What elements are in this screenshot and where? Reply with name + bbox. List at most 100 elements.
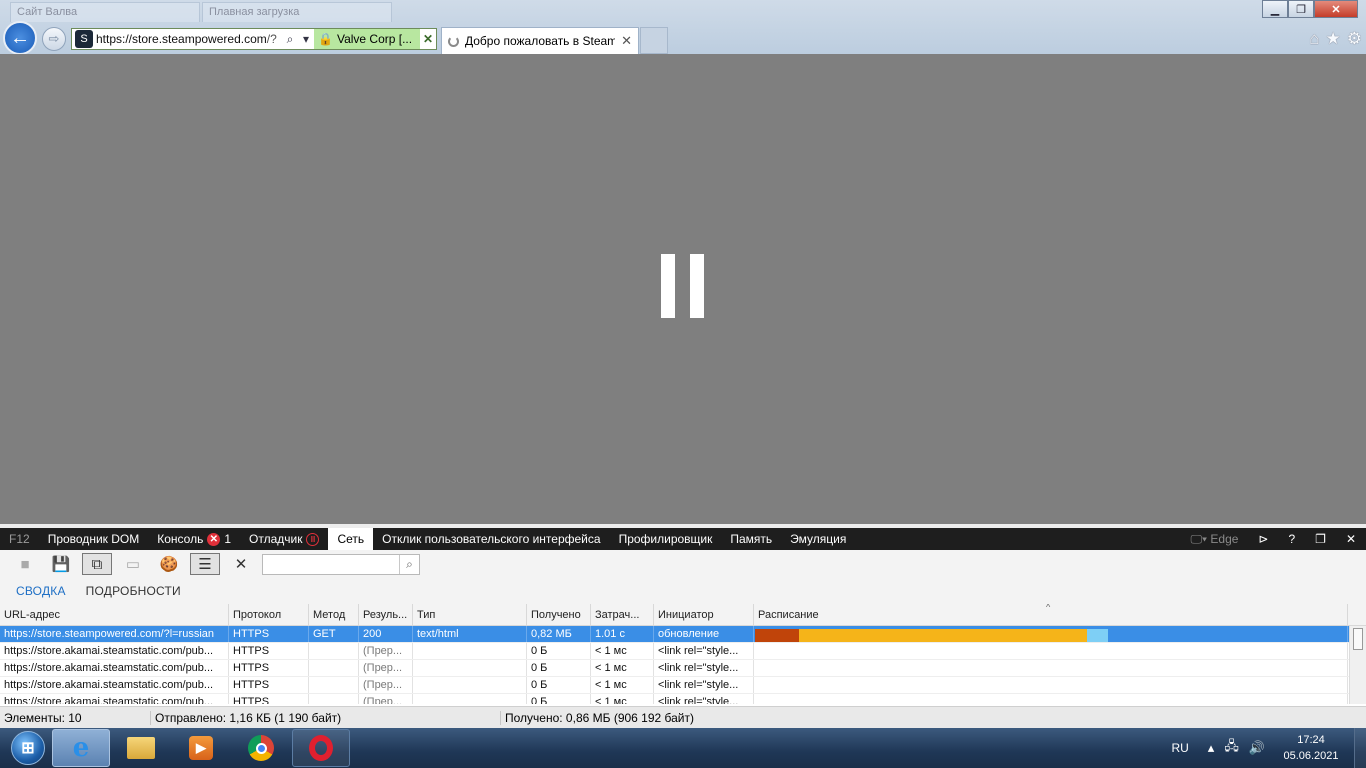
tab-ui-responsiveness[interactable]: Отклик пользовательского интерфейса xyxy=(373,528,609,550)
home-icon[interactable]: ⌂ xyxy=(1309,29,1319,49)
close-window-button[interactable]: ✕ xyxy=(1314,0,1358,18)
taskbar-app-media-player[interactable]: ▶ xyxy=(172,729,230,767)
cell-result: (Прер... xyxy=(359,694,413,704)
background-tab[interactable]: Плавная загрузка xyxy=(202,2,392,22)
column-header-type[interactable]: Тип xyxy=(413,604,527,625)
network-icon[interactable]: 🖧 xyxy=(1219,737,1244,759)
tab-steam[interactable]: Добро пожаловать в Steam ✕ xyxy=(441,27,639,54)
cell-type xyxy=(413,694,527,704)
new-tab-button[interactable] xyxy=(640,27,668,54)
export-har-button[interactable]: 💾 xyxy=(46,553,76,575)
column-header-time[interactable]: Затрач... xyxy=(591,604,654,625)
error-count: 1 xyxy=(224,532,232,546)
cell-protocol: HTTPS xyxy=(229,660,309,676)
maximize-button[interactable]: ❐ xyxy=(1288,0,1314,18)
certificate-badge[interactable]: 🔒 Valve Corp [... xyxy=(314,29,420,49)
cell-protocol: HTTPS xyxy=(229,643,309,659)
search-icon[interactable]: ⌕ xyxy=(399,554,419,574)
subtab-summary[interactable]: СВОДКА xyxy=(6,584,76,598)
star-icon[interactable]: ★ xyxy=(1326,29,1341,49)
cell-timeline xyxy=(754,677,1348,693)
column-header-result[interactable]: Резуль... xyxy=(359,604,413,625)
tab-debugger[interactable]: Отладчик II xyxy=(240,528,328,550)
status-elements: Элементы: 10 xyxy=(4,710,82,725)
clear-cache-button[interactable]: ▭ xyxy=(118,553,148,575)
address-url[interactable]: https://store.steampowered.com/? xyxy=(96,32,282,46)
search-icon[interactable]: ⌕ xyxy=(282,32,298,47)
console-prompt-icon: ⊳ xyxy=(1258,532,1269,546)
show-hidden-icons-icon[interactable]: ▴ xyxy=(1203,740,1220,756)
clear-cookies-button[interactable]: 🍪 xyxy=(154,553,184,575)
cell-url: https://store.akamai.steamstatic.com/pub… xyxy=(0,677,229,693)
address-bar[interactable]: S https://store.steampowered.com/? ⌕ ▾ 🔒… xyxy=(71,28,437,50)
column-header-method[interactable]: Метод xyxy=(309,604,359,625)
stop-icon[interactable]: ✕ xyxy=(420,32,436,46)
back-button[interactable]: ← xyxy=(3,21,37,55)
taskbar-app-opera[interactable] xyxy=(292,729,350,767)
cell-time: < 1 мс xyxy=(591,694,654,704)
stop-recording-button[interactable]: ■ xyxy=(10,553,40,575)
language-indicator[interactable]: RU xyxy=(1157,741,1202,755)
close-devtools-button[interactable]: ✕ xyxy=(1336,528,1366,550)
close-tab-icon[interactable]: ✕ xyxy=(621,33,632,49)
sort-ascending-icon: ^ xyxy=(1046,604,1051,612)
cell-url: https://store.steampowered.com/?l=russia… xyxy=(0,626,229,642)
window-controls: ▁ ❐ ✕ xyxy=(1262,0,1358,18)
tab-memory[interactable]: Память xyxy=(721,528,781,550)
cell-url: https://store.akamai.steamstatic.com/pub… xyxy=(0,660,229,676)
column-header-initiator[interactable]: Инициатор xyxy=(654,604,754,625)
filter-input[interactable]: ⌕ xyxy=(262,553,420,575)
devtools-tabbar: F12 Проводник DOM Консоль ✕ 1 Отладчик I… xyxy=(0,524,1366,550)
table-row[interactable]: https://store.akamai.steamstatic.com/pub… xyxy=(0,677,1366,694)
arrow-left-icon: ← xyxy=(10,26,30,49)
table-row[interactable]: https://store.akamai.steamstatic.com/pub… xyxy=(0,660,1366,677)
dropdown-arrow-icon[interactable]: ▾ xyxy=(298,32,314,46)
tab-dom-explorer[interactable]: Проводник DOM xyxy=(39,528,149,550)
console-toggle-button[interactable]: ⊳ xyxy=(1248,528,1278,550)
scrollbar-thumb[interactable] xyxy=(1353,628,1363,650)
devtools-panel: F12 Проводник DOM Консоль ✕ 1 Отладчик I… xyxy=(0,524,1366,728)
show-desktop-button[interactable] xyxy=(1354,728,1366,768)
tab-title: Добро пожаловать в Steam xyxy=(465,34,616,48)
taskbar-app-chrome[interactable] xyxy=(232,729,290,767)
page-viewport xyxy=(0,54,1366,524)
cell-timeline xyxy=(754,626,1348,642)
forward-button[interactable]: ⇨ xyxy=(42,27,66,51)
devtools-actions: 🖵▾ Edge ⊳ ? ❐ ✕ xyxy=(1180,528,1366,550)
column-header-url[interactable]: URL-адрес xyxy=(0,604,229,625)
subtab-details[interactable]: ПОДРОБНОСТИ xyxy=(76,584,191,598)
cell-method xyxy=(309,643,359,659)
undock-button[interactable]: ❐ xyxy=(1305,528,1336,550)
network-toolbar: ■ 💾 ⧉ ▭ 🍪 ☰ ✕ ⌕ xyxy=(0,550,1366,578)
grid-scrollbar[interactable] xyxy=(1349,626,1366,704)
cell-result: (Прер... xyxy=(359,660,413,676)
taskbar-app-ie[interactable]: e xyxy=(52,729,110,767)
status-sent: Отправлено: 1,16 КБ (1 190 байт) xyxy=(150,710,500,725)
start-button[interactable]: ⊞ xyxy=(6,728,50,768)
clear-on-navigate-toggle[interactable]: ☰ xyxy=(190,553,220,575)
target-selector[interactable]: 🖵▾ Edge xyxy=(1180,528,1248,550)
clock[interactable]: 17:24 05.06.2021 xyxy=(1276,732,1346,764)
cell-method xyxy=(309,660,359,676)
table-row[interactable]: https://store.steampowered.com/?l=russia… xyxy=(0,626,1366,643)
always-refresh-toggle[interactable]: ⧉ xyxy=(82,553,112,575)
tab-profiler[interactable]: Профилировщик xyxy=(610,528,722,550)
internet-explorer-icon: e xyxy=(72,733,90,763)
help-button[interactable]: ? xyxy=(1278,528,1305,550)
table-row[interactable]: https://store.akamai.steamstatic.com/pub… xyxy=(0,643,1366,660)
error-icon: ✕ xyxy=(207,532,221,546)
table-row[interactable]: https://store.akamai.steamstatic.com/pub… xyxy=(0,694,1366,704)
tab-network[interactable]: Сеть xyxy=(328,528,374,550)
network-subtabs: СВОДКА ПОДРОБНОСТИ xyxy=(0,578,1366,604)
minimize-button[interactable]: ▁ xyxy=(1262,0,1288,18)
tab-emulation[interactable]: Эмуляция xyxy=(781,528,855,550)
gear-icon[interactable]: ⚙ xyxy=(1347,29,1362,49)
volume-icon[interactable]: 🔊 xyxy=(1244,740,1270,756)
background-tab[interactable]: Сайт Валва xyxy=(10,2,200,22)
column-header-protocol[interactable]: Протокол xyxy=(229,604,309,625)
clear-session-button[interactable]: ✕ xyxy=(226,553,256,575)
column-header-received[interactable]: Получено xyxy=(527,604,591,625)
tab-console[interactable]: Консоль ✕ 1 xyxy=(148,528,240,550)
taskbar-app-explorer[interactable] xyxy=(112,729,170,767)
column-header-timings[interactable]: Расписание xyxy=(754,604,1348,625)
